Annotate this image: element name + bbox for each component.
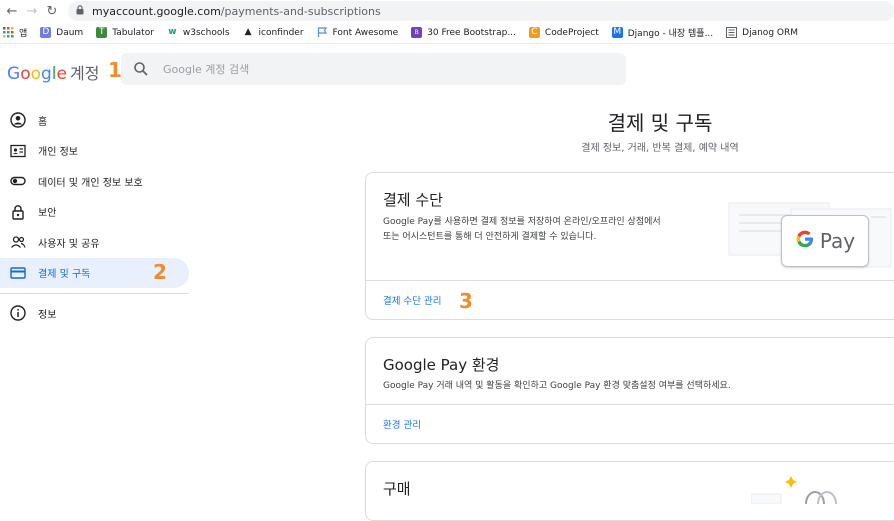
bookmark-label: 30 Free Bootstrap... [427, 27, 516, 38]
bookmarks-bar: 앱 D Daum T Tabulator w w3schools ▲ iconf… [0, 22, 894, 44]
card-illustration [751, 476, 837, 504]
logo-letter: o [30, 64, 41, 84]
sidebar-item-label: 데이터 및 개인 정보 보호 [38, 177, 143, 189]
sidebar-item-label: 결제 및 구독 [38, 269, 91, 281]
annotation-marker-1: 1 [108, 58, 122, 82]
reload-icon[interactable]: ↻ [42, 4, 62, 19]
bookmark-font-awesome[interactable]: Font Awesome [317, 27, 399, 38]
description-line: 또는 어시스턴트를 통해 더 안전하게 결제할 수 있습니다. [383, 232, 597, 242]
bookmark-codeproject[interactable]: C CodeProject [528, 27, 599, 38]
page-subtitle: 결제 정보, 거래, 반복 결제, 예약 내역 [581, 143, 739, 154]
toggle-icon [10, 173, 26, 189]
account-label: 계정 [70, 64, 100, 83]
bookmark-label: iconfinder [258, 27, 304, 38]
google-g-icon [795, 229, 815, 254]
sidebar-item-label: 정보 [38, 309, 57, 321]
sidebar-item-personal-info[interactable]: 개인 정보 [0, 136, 200, 167]
sidebar-item-label: 홈 [38, 116, 48, 128]
manage-settings-link[interactable]: 환경 관리 [383, 417, 421, 431]
info-icon [10, 305, 26, 321]
bookmark-label: Django - 내장 템플... [627, 29, 714, 39]
bookmark-label: w3schools [182, 27, 230, 38]
url-path: /payments-and-subscriptions [220, 4, 381, 18]
card-divider [366, 280, 894, 281]
payment-methods-card: 결제 수단 Google Pay를 사용하면 결제 정보를 저장하여 온라인/오… [365, 172, 894, 320]
codeproject-icon: C [528, 27, 540, 38]
card-description: Google Pay 거래 내역 및 활동을 확인하고 Google Pay 환… [383, 381, 731, 391]
card-title: 결제 수단 [383, 191, 443, 209]
logo-letter: g [41, 64, 52, 84]
daum-icon: D [40, 27, 52, 38]
bookmark-label: 앱 [19, 29, 28, 39]
django-icon: M [611, 27, 623, 38]
url-host: myaccount.google.com [92, 4, 221, 18]
sidebar-item-security[interactable]: 보안 [0, 197, 200, 228]
account-circle-icon [10, 112, 26, 128]
bookmark-label: Djanog ORM [742, 27, 798, 38]
document-icon [726, 27, 738, 38]
bookmark-w3schools[interactable]: w w3schools [167, 27, 230, 38]
id-card-icon [10, 143, 26, 159]
annotation-marker-3: 3 [459, 289, 473, 313]
sidebar-nav: 홈 개인 정보 데이터 및 개인 정보 보호 보안 사용자 및 공유 결제 및 … [0, 105, 200, 329]
description-line: Google Pay를 사용하면 결제 정보를 저장하여 온라인/오프라인 상점… [383, 217, 661, 227]
google-pay-settings-card: Google Pay 환경 Google Pay 거래 내역 및 활동을 확인하… [365, 337, 894, 444]
logo-letter: G [7, 64, 21, 84]
card-divider [366, 404, 894, 405]
google-account-logo[interactable]: Google 계정 [7, 60, 99, 84]
manage-payment-methods-link[interactable]: 결제 수단 관리 [383, 293, 441, 307]
lock-icon [10, 204, 26, 220]
card-title: Google Pay 환경 [383, 356, 500, 374]
sidebar-item-label: 개인 정보 [38, 147, 78, 159]
bookmark-iconfinder[interactable]: ▲ iconfinder [243, 27, 304, 38]
sidebar-item-home[interactable]: 홈 [0, 105, 200, 136]
sidebar-item-people-sharing[interactable]: 사용자 및 공유 [0, 227, 200, 258]
apps-grid-icon [3, 27, 14, 38]
iconfinder-icon: ▲ [244, 27, 252, 37]
logo-letter: o [20, 64, 31, 84]
bookmark-django-orm[interactable]: Djanog ORM [726, 27, 798, 38]
pay-label: Pay [819, 229, 856, 253]
flag-icon [317, 27, 328, 38]
sidebar-item-data-privacy[interactable]: 데이터 및 개인 정보 보호 [0, 166, 200, 197]
lock-icon [76, 4, 84, 18]
tabulator-icon: T [96, 27, 108, 38]
bookmark-label: Tabulator [112, 27, 154, 38]
sidebar-item-label: 보안 [38, 208, 57, 220]
bookmark-label: Daum [56, 27, 84, 38]
search-input[interactable]: Google 계정 검색 [121, 53, 626, 85]
credit-card-icon [10, 265, 26, 281]
sidebar-item-about[interactable]: 정보 [0, 298, 200, 329]
bookmark-label: Font Awesome [332, 27, 399, 38]
bookmark-label: CodeProject [544, 27, 599, 38]
bookmark-apps[interactable]: 앱 [3, 26, 27, 39]
logo-letter: e [56, 64, 67, 84]
forward-arrow-icon[interactable]: → [22, 4, 42, 19]
card-title: 구매 [383, 480, 411, 498]
sidebar-item-label: 사용자 및 공유 [38, 238, 100, 250]
bookmark-django[interactable]: M Django - 내장 템플... [611, 26, 714, 39]
purchases-card: 구매 [365, 461, 894, 521]
sidebar-item-payments[interactable]: 결제 및 구독 2 [0, 257, 189, 288]
w3schools-icon: w [168, 27, 177, 37]
browser-toolbar: ← → ↻ myaccount.google.com/payments-and-… [0, 0, 894, 22]
annotation-marker-2: 2 [153, 259, 167, 284]
app-header: Google 계정 1 Google 계정 검색 [0, 46, 894, 94]
search-icon [133, 61, 149, 77]
card-description: Google Pay를 사용하면 결제 정보를 저장하여 온라인/오프라인 상점… [383, 215, 723, 245]
people-icon [10, 234, 26, 250]
bootstrap-icon: B [411, 27, 423, 38]
bookmark-daum[interactable]: D Daum [40, 27, 83, 38]
address-bar[interactable]: myaccount.google.com/payments-and-subscr… [68, 1, 894, 21]
page-title: 결제 및 구독 [607, 111, 713, 135]
search-placeholder: Google 계정 검색 [163, 63, 250, 76]
google-pay-badge: Pay [781, 215, 869, 267]
sidebar-divider [0, 293, 189, 294]
bookmark-tabulator[interactable]: T Tabulator [96, 27, 154, 38]
bookmark-bootstrap[interactable]: B 30 Free Bootstrap... [411, 27, 516, 38]
back-arrow-icon[interactable]: ← [2, 4, 22, 19]
